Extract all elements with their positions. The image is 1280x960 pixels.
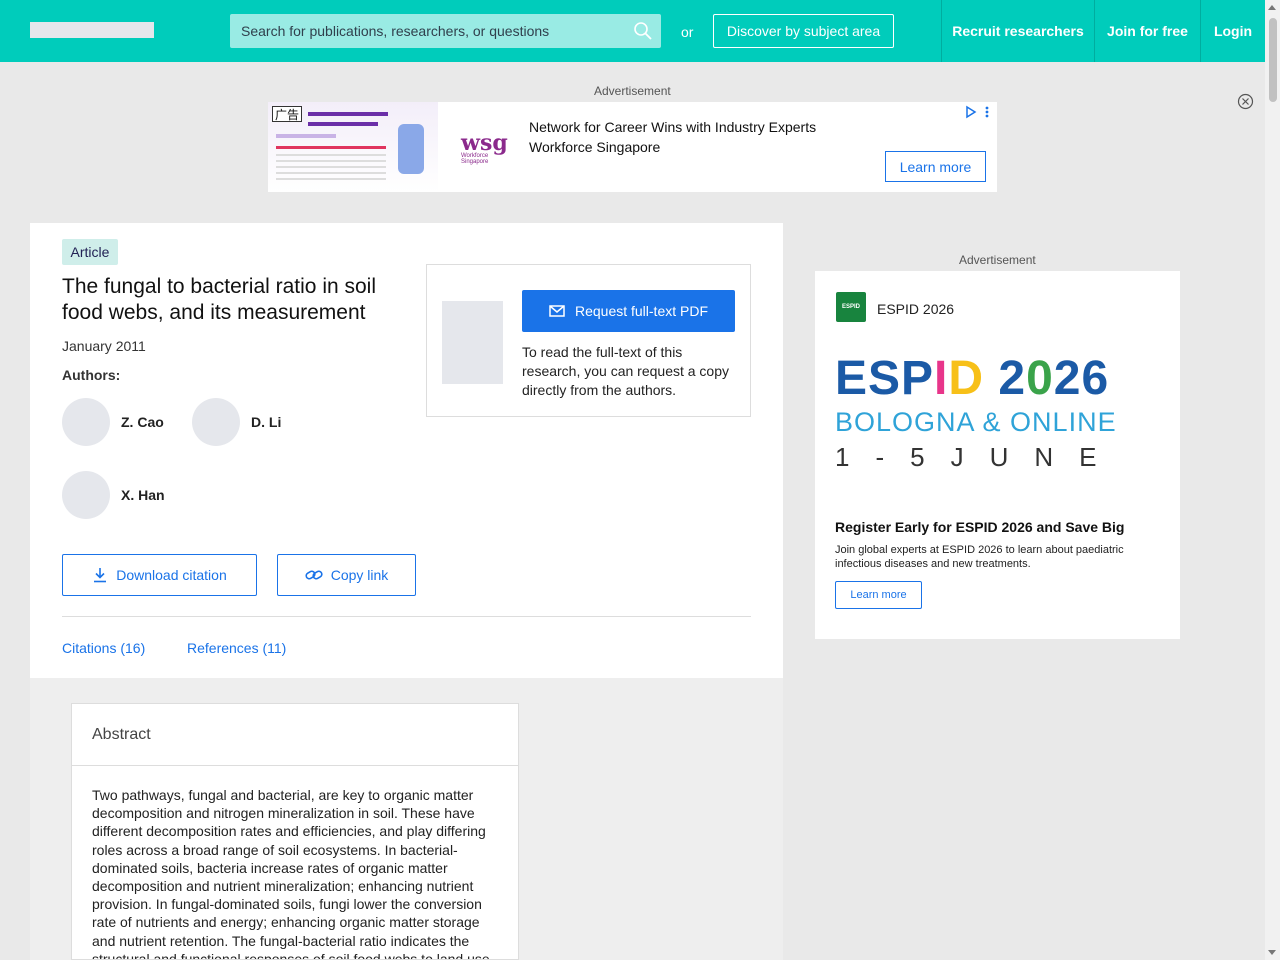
wsg-logo: wsg Workforce Singapore [461, 130, 508, 165]
author-item[interactable]: Z. Cao [62, 398, 164, 446]
scrollbar-thumb[interactable] [1269, 18, 1277, 102]
right-ad-description: Join global experts at ESPID 2026 to lea… [835, 544, 1124, 570]
top-ad-label: Advertisement [594, 84, 671, 98]
top-ad-learn-more-button[interactable]: Learn more [885, 151, 986, 182]
right-ad-label: Advertisement [959, 253, 1036, 267]
abstract-card: Abstract Two pathways, fungal and bacter… [71, 703, 519, 960]
author-name[interactable]: Z. Cao [121, 414, 164, 430]
article-title: The fungal to bacterial ratio in soil fo… [62, 275, 377, 324]
right-ad-learn-more-button[interactable]: Learn more [835, 581, 922, 609]
tab-references[interactable]: References (11) [187, 640, 286, 656]
request-full-text-description: To read the full-text of this research, … [522, 344, 730, 398]
author-name[interactable]: X. Han [121, 487, 165, 503]
page-scrollbar[interactable] [1265, 0, 1280, 960]
close-ad-icon[interactable] [1237, 93, 1254, 110]
tab-citations[interactable]: Citations (16) [62, 640, 145, 656]
envelope-icon [549, 305, 565, 317]
article-type-badge: Article [62, 239, 118, 265]
top-navigation-bar: Search for publications, researchers, or… [0, 0, 1265, 62]
espid-logo-icon: ESPID [836, 292, 866, 322]
abstract-heading: Abstract [72, 704, 518, 766]
ad-tag: 广告 [272, 106, 302, 122]
login-link[interactable]: Login [1200, 0, 1265, 62]
avatar[interactable] [62, 471, 110, 519]
right-ad-headline[interactable]: Register Early for ESPID 2026 and Save B… [835, 519, 1124, 535]
author-name[interactable]: D. Li [251, 414, 281, 430]
avatar[interactable] [192, 398, 240, 446]
author-item[interactable]: X. Han [62, 471, 165, 519]
document-thumbnail [442, 301, 503, 384]
search-input[interactable]: Search for publications, researchers, or… [230, 14, 661, 48]
top-ad-image[interactable]: 广告 [268, 102, 438, 192]
recruit-researchers-link[interactable]: Recruit researchers [941, 0, 1094, 62]
espid-banner-graphic[interactable]: ESPID 2026 BOLOGNA & ONLINE 1-5JUNE [835, 351, 1160, 481]
author-item[interactable]: D. Li [192, 398, 281, 446]
request-full-text-panel: Request full-text PDF To read the full-t… [426, 264, 751, 417]
link-icon [305, 570, 323, 580]
copy-link-button[interactable]: Copy link [277, 554, 416, 596]
discover-subject-button[interactable]: Discover by subject area [713, 14, 894, 48]
download-icon [94, 568, 107, 583]
right-advertisement[interactable]: ESPID ESPID 2026 ESPID 2026 BOLOGNA & ON… [815, 271, 1180, 639]
tabs-divider [62, 616, 751, 617]
site-logo[interactable] [30, 22, 154, 38]
join-for-free-link[interactable]: Join for free [1094, 0, 1200, 62]
scroll-down-arrow-icon[interactable] [1268, 950, 1276, 955]
request-full-text-button[interactable]: Request full-text PDF [522, 290, 735, 332]
top-ad-text[interactable]: Network for Career Wins with Industry Ex… [529, 117, 816, 157]
scroll-up-arrow-icon[interactable] [1268, 5, 1276, 10]
ad-brand-name[interactable]: ESPID 2026 [877, 301, 954, 317]
download-citation-button[interactable]: Download citation [62, 554, 257, 596]
publication-date: January 2011 [62, 338, 146, 354]
search-icon[interactable] [633, 21, 653, 41]
search-placeholder: Search for publications, researchers, or… [241, 23, 550, 39]
or-separator: or [681, 24, 694, 40]
avatar[interactable] [62, 398, 110, 446]
top-advertisement[interactable]: 广告 wsg Workforce Singapore Network for C… [268, 102, 997, 192]
ad-choices-icon[interactable] [965, 105, 993, 119]
authors-label: Authors: [62, 367, 121, 383]
abstract-text: Two pathways, fungal and bacterial, are … [92, 787, 490, 960]
